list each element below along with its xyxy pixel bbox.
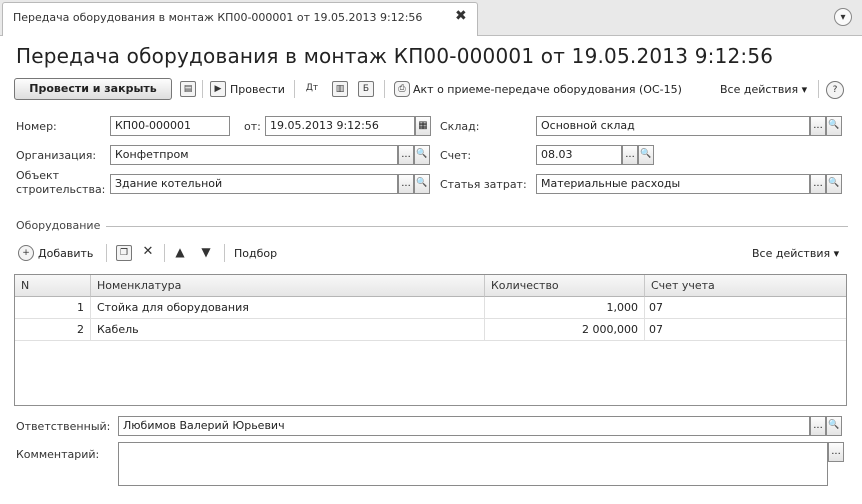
post-and-close-button[interactable]: Провести и закрыть: [14, 78, 172, 100]
dots-icon[interactable]: ...: [828, 442, 844, 462]
row-quantity: 1,000: [485, 297, 645, 319]
row-quantity: 2 000,000: [485, 319, 645, 341]
tab-title: Передача оборудования в монтаж КП00-0000…: [13, 11, 423, 24]
comment-field[interactable]: [118, 442, 828, 486]
all-actions-menu[interactable]: Все действия ▾: [720, 83, 807, 96]
search-icon[interactable]: 🔍: [414, 174, 430, 194]
add-row-button[interactable]: Добавить: [38, 247, 93, 260]
column-header-nomenclature[interactable]: Номенклатура: [91, 275, 485, 297]
table-row[interactable]: 1 Стойка для оборудования 1,000 07: [15, 297, 846, 319]
number-field[interactable]: КП00-000001: [110, 116, 230, 136]
report-icon[interactable]: ▥: [332, 81, 348, 97]
help-icon[interactable]: ?: [826, 81, 844, 99]
dots-icon[interactable]: ...: [810, 116, 826, 136]
post-button[interactable]: Провести: [230, 83, 285, 96]
search-icon[interactable]: 🔍: [826, 116, 842, 136]
object-label: Объект: [16, 169, 60, 182]
toolbar-separator: [224, 244, 225, 262]
organization-field[interactable]: Конфетпром: [110, 145, 398, 165]
responsible-field[interactable]: Любимов Валерий Юрьевич: [118, 416, 810, 436]
cost-item-field[interactable]: Материальные расходы: [536, 174, 810, 194]
pick-button[interactable]: Подбор: [234, 247, 277, 260]
toolbar-separator: [294, 80, 295, 98]
row-number: 1: [15, 297, 91, 319]
toolbar-separator: [818, 80, 819, 98]
page-title: Передача оборудования в монтаж КП00-0000…: [16, 44, 774, 68]
dots-icon[interactable]: ...: [810, 416, 826, 436]
search-icon[interactable]: 🔍: [826, 174, 842, 194]
date-field[interactable]: 19.05.2013 9:12:56: [265, 116, 415, 136]
all-actions-menu-table[interactable]: Все действия ▾: [752, 247, 839, 260]
account-field[interactable]: 08.03: [536, 145, 622, 165]
close-icon[interactable]: ✖: [455, 8, 467, 24]
column-header-account[interactable]: Счет учета: [645, 275, 846, 297]
section-divider: [106, 226, 848, 227]
construction-object-field[interactable]: Здание котельной: [110, 174, 398, 194]
tab-bar: Передача оборудования в монтаж КП00-0000…: [0, 0, 862, 36]
dots-icon[interactable]: ...: [398, 174, 414, 194]
toolbar-separator: [202, 80, 203, 98]
save-icon[interactable]: ▤: [180, 81, 196, 97]
row-account: 07: [649, 301, 663, 314]
tab-document[interactable]: Передача оборудования в монтаж КП00-0000…: [2, 2, 478, 36]
column-header-n[interactable]: N: [15, 275, 91, 297]
row-nomenclature: Кабель: [91, 319, 485, 341]
calendar-icon[interactable]: ▦: [415, 116, 431, 136]
row-account: 07: [649, 323, 663, 336]
search-icon[interactable]: 🔍: [826, 416, 842, 436]
table-row[interactable]: 2 Кабель 2 000,000 07: [15, 319, 846, 341]
row-number: 2: [15, 319, 91, 341]
object-label-2: строительства:: [16, 183, 106, 196]
toolbar-separator: [164, 244, 165, 262]
equipment-section-label: Оборудование: [16, 219, 101, 232]
add-icon[interactable]: +: [18, 245, 34, 261]
chevron-down-icon[interactable]: ▾: [834, 8, 852, 26]
equipment-table[interactable]: N Номенклатура Количество Счет учета 1 С…: [14, 274, 847, 406]
post-icon[interactable]: ▶: [210, 81, 226, 97]
move-down-icon[interactable]: ▼: [198, 245, 214, 261]
organization-label: Организация:: [16, 149, 97, 162]
move-up-icon[interactable]: ▲: [172, 245, 188, 261]
document-form: Передача оборудования в монтаж КП00-0000…: [0, 36, 862, 504]
column-header-quantity[interactable]: Количество: [485, 275, 645, 297]
document-icon[interactable]: Б: [358, 81, 374, 97]
toolbar-separator: [106, 244, 107, 262]
print-icon[interactable]: ⎙: [394, 81, 410, 97]
dots-icon[interactable]: ...: [810, 174, 826, 194]
delete-icon[interactable]: ✕: [140, 245, 156, 261]
search-icon[interactable]: 🔍: [638, 145, 654, 165]
cost-item-label: Статья затрат:: [440, 178, 527, 191]
date-label: от:: [244, 120, 261, 133]
warehouse-label: Склад:: [440, 120, 480, 133]
act-os15-button[interactable]: Акт о приеме-передаче оборудования (ОС-1…: [413, 83, 682, 96]
account-label: Счет:: [440, 149, 472, 162]
dots-icon[interactable]: ...: [398, 145, 414, 165]
toolbar-separator: [384, 80, 385, 98]
comment-label: Комментарий:: [16, 448, 100, 461]
copy-icon[interactable]: ❐: [116, 245, 132, 261]
responsible-label: Ответственный:: [16, 420, 111, 433]
movements-icon[interactable]: Дт: [304, 81, 320, 97]
number-label: Номер:: [16, 120, 57, 133]
row-nomenclature: Стойка для оборудования: [91, 297, 485, 319]
dots-icon[interactable]: ...: [622, 145, 638, 165]
warehouse-field[interactable]: Основной склад: [536, 116, 810, 136]
search-icon[interactable]: 🔍: [414, 145, 430, 165]
